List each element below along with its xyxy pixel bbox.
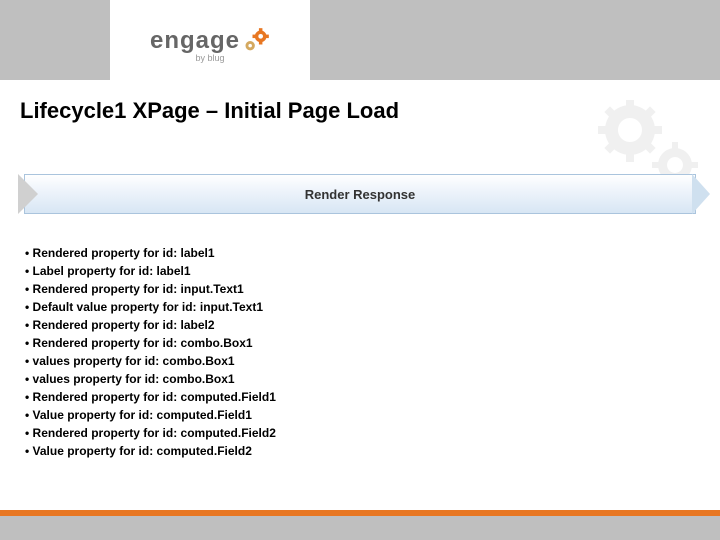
footer-gray-bar bbox=[0, 516, 720, 540]
list-item: • Rendered property for id: label2 bbox=[25, 316, 695, 334]
banner-body: Render Response bbox=[24, 174, 696, 214]
header-gray-right bbox=[310, 0, 720, 80]
header-row: engage by b bbox=[0, 0, 720, 90]
logo-text: engage bbox=[150, 27, 240, 55]
banner-chevron-right-icon bbox=[692, 174, 710, 214]
list-item: • Default value property for id: input.T… bbox=[25, 298, 695, 316]
list-item: • Value property for id: computed.Field1 bbox=[25, 406, 695, 424]
header-gray-left bbox=[0, 0, 110, 80]
list-item: • Label property for id: label1 bbox=[25, 262, 695, 280]
list-item: • Value property for id: computed.Field2 bbox=[25, 442, 695, 460]
list-item: • values property for id: combo.Box1 bbox=[25, 352, 695, 370]
footer-stripe bbox=[0, 510, 720, 540]
banner-chevron-left-icon bbox=[18, 174, 38, 214]
phase-banner: Render Response bbox=[18, 174, 702, 214]
logo-area: engage by b bbox=[110, 0, 310, 90]
logo-subtext: by blug bbox=[195, 53, 224, 63]
list-item: • Rendered property for id: input.Text1 bbox=[25, 280, 695, 298]
list-item: • Rendered property for id: combo.Box1 bbox=[25, 334, 695, 352]
gear-icon bbox=[242, 27, 270, 55]
banner-label: Render Response bbox=[305, 187, 416, 202]
list-item: • Rendered property for id: label1 bbox=[25, 244, 695, 262]
list-item: • Rendered property for id: computed.Fie… bbox=[25, 388, 695, 406]
list-item: • Rendered property for id: computed.Fie… bbox=[25, 424, 695, 442]
list-item: • values property for id: combo.Box1 bbox=[25, 370, 695, 388]
bullet-list: • Rendered property for id: label1 • Lab… bbox=[0, 234, 720, 470]
